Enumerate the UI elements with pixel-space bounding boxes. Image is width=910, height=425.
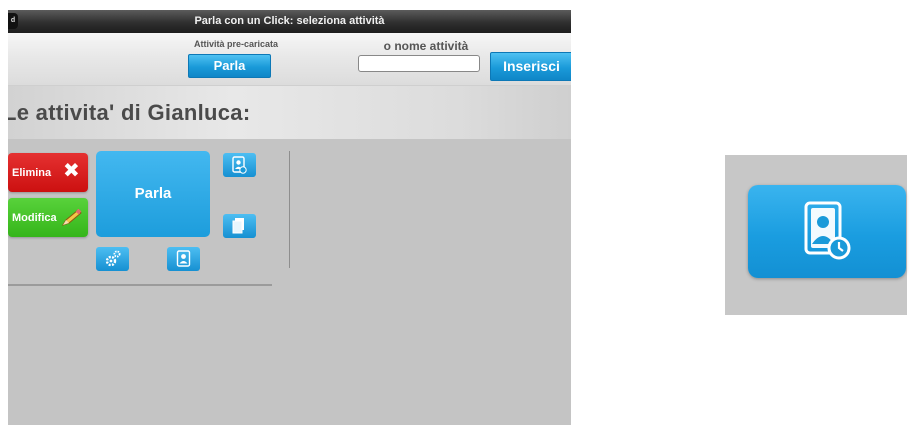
gears-icon — [105, 250, 121, 267]
status-corner: d — [8, 13, 18, 29]
contact-clock-button[interactable] — [223, 153, 256, 177]
activity-name-input[interactable] — [358, 55, 480, 72]
delete-label: Elimina — [12, 167, 52, 179]
preloaded-parla-button[interactable]: Parla — [188, 54, 271, 78]
contact-clock-icon — [232, 156, 247, 174]
page-title: Le attivita' di Gianluca: — [8, 100, 251, 125]
close-icon: ✖ — [63, 160, 80, 182]
edit-button[interactable]: Modifica — [8, 198, 88, 237]
contact-button[interactable] — [167, 247, 200, 271]
activity-parla-button[interactable]: Parla — [96, 151, 210, 237]
insert-button[interactable]: Inserisci — [490, 52, 571, 81]
document-button[interactable] — [223, 214, 256, 238]
delete-button[interactable]: Elimina ✖ — [8, 153, 88, 192]
activity-name-label: o nome attività — [383, 39, 469, 53]
settings-button[interactable] — [96, 247, 129, 271]
horizontal-divider — [8, 284, 272, 286]
document-icon — [232, 218, 244, 234]
contact-icon — [176, 250, 191, 267]
zoomed-contact-clock-button[interactable] — [748, 185, 906, 278]
vertical-divider — [289, 151, 290, 268]
toolbar: Attività pre-caricata Parla o nome attiv… — [8, 33, 571, 86]
window-title: Parla con un Click: seleziona attività — [194, 15, 385, 27]
zoomed-button-preview — [725, 155, 907, 315]
contact-clock-icon — [804, 201, 851, 260]
app-screen: d Parla con un Click: seleziona attività… — [8, 10, 571, 425]
activities-header: Le attivita' di Gianluca: — [8, 86, 571, 139]
preloaded-activity-label: Attività pre-caricata — [193, 39, 279, 49]
edit-label: Modifica — [12, 212, 57, 224]
pencil-icon — [61, 208, 83, 230]
title-bar: d Parla con un Click: seleziona attività — [8, 10, 571, 33]
